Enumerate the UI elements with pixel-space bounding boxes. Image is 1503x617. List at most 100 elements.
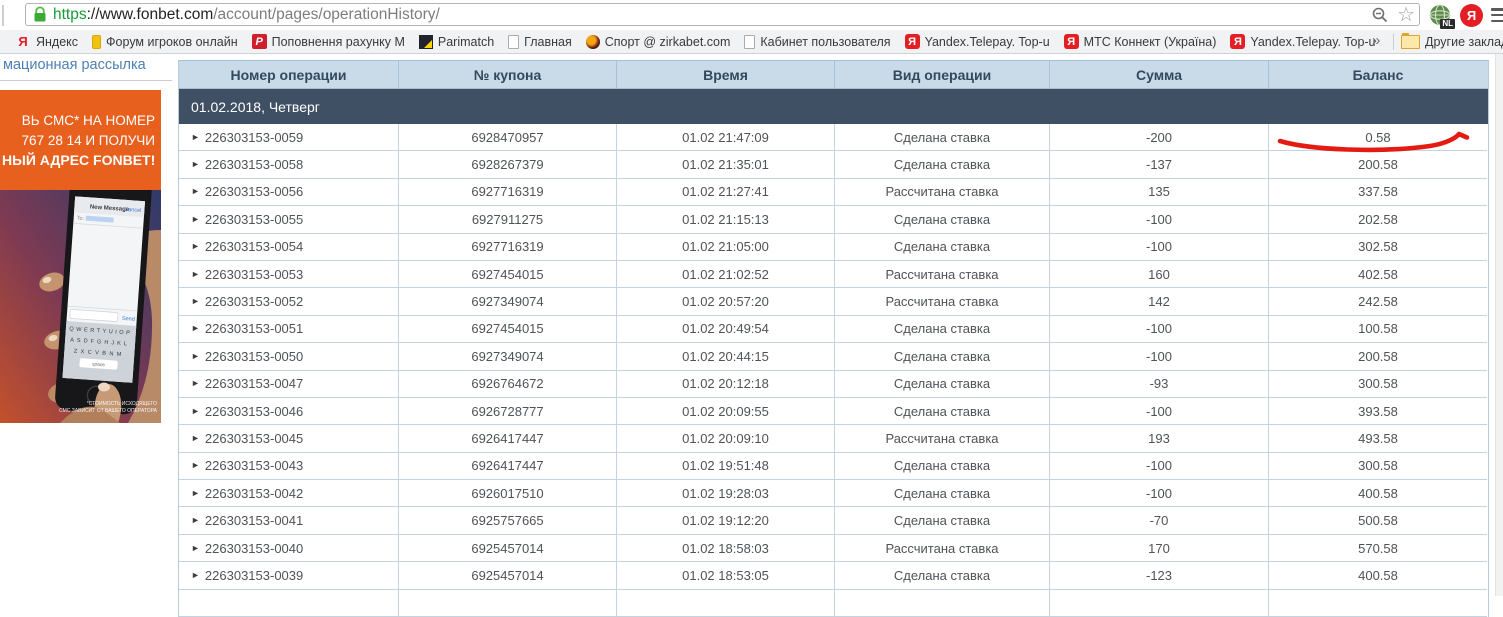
expand-arrow-icon[interactable]: ►: [191, 379, 200, 388]
operation-number-cell: ► 226303153-0055: [179, 206, 399, 234]
expand-arrow-icon[interactable]: ►: [191, 543, 200, 553]
expand-arrow-icon[interactable]: ►: [191, 269, 200, 279]
operation-number: 226303153-0056: [204, 184, 304, 200]
table-row[interactable]: ► 226303153-0043 6926417447 01.02 19:51:48 С…: [179, 452, 1488, 481]
ad-phone-image: New Message Cancel To: Send QWERTYUIOP A…: [0, 190, 161, 423]
bookmark-label: МТС Коннект (Україна): [1083, 34, 1217, 49]
expand-arrow-icon[interactable]: ►: [191, 433, 200, 443]
expand-arrow-icon[interactable]: ►: [191, 461, 200, 470]
balance: 202.58: [1269, 206, 1487, 234]
table-row[interactable]: ► 226303153-0059 6928470957 01.02 21:47:09 С…: [179, 124, 1488, 152]
coupon-number: 6927716319: [399, 233, 617, 261]
bookmark-item[interactable]: Я Yandex.Telepay. Top-u: [898, 30, 1057, 53]
table-row[interactable]: ► 226303153-0050 6927349074 01.02 20:44:15 С…: [179, 343, 1488, 371]
url-text[interactable]: https://www.fonbet.com/account/pages/ope…: [53, 6, 1371, 24]
expand-arrow-icon[interactable]: ►: [191, 214, 200, 224]
coupon-number: 6927716319: [399, 178, 617, 207]
bookmark-item[interactable]: Parimatch: [412, 30, 501, 53]
balance: 200.58: [1269, 151, 1487, 179]
expand-arrow-icon[interactable]: ►: [191, 324, 200, 333]
table-row[interactable]: ► 226303153-0041 6925757665 01.02 19:12:20 С…: [179, 507, 1488, 535]
sidebar-link-newsletter[interactable]: мационная рассылка: [3, 57, 146, 73]
bookmark-item[interactable]: Я Yandex.Telepay. Top-u: [1223, 30, 1376, 53]
table-row[interactable]: ► 226303153-0039 6925457014 01.02 18:53:05 С…: [179, 562, 1488, 590]
table-row[interactable]: ► 226303153-0045 6926417447 01.02 20:09:10 Р…: [179, 425, 1488, 453]
operation-number: 226303153-0058: [204, 157, 304, 173]
table-row[interactable]: ► 226303153-0053 6927454015 01.02 21:02:52 Р…: [179, 260, 1488, 289]
expand-arrow-icon[interactable]: ►: [191, 297, 200, 306]
table-row[interactable]: ► 226303153-0056 6927716319 01.02 21:27:41 Р…: [179, 178, 1488, 207]
operation-time: 01.02 20:44:15: [617, 343, 835, 371]
sms-ad-banner[interactable]: ВЬ СМС* НА НОМЕР 767 28 14 И ПОЛУЧИ НЫЙ …: [0, 90, 161, 425]
operation-number-cell: ► 226303153-0039: [179, 562, 399, 590]
bookmark-label: Главная: [524, 34, 572, 49]
expand-arrow-icon[interactable]: ►: [191, 351, 200, 361]
operation-type: Сделана ставка: [835, 480, 1050, 508]
operation-type: Сделана ставка: [835, 124, 1050, 152]
table-row[interactable]: ► 226303153-0047 6926764672 01.02 20:12:18 С…: [179, 370, 1488, 398]
table-row[interactable]: ► 226303153-0051 6927454015 01.02 20:49:54 С…: [179, 315, 1488, 344]
other-bookmarks-button[interactable]: Другие закладки: [1401, 30, 1503, 54]
coupon-number: 6927349074: [399, 288, 617, 316]
expand-arrow-icon[interactable]: ►: [191, 516, 200, 525]
menu-icon[interactable]: [1491, 8, 1503, 22]
expand-arrow-icon[interactable]: ►: [191, 187, 200, 196]
coupon-number: 6927911275: [399, 206, 617, 234]
operation-time: 01.02 21:02:52: [617, 260, 835, 289]
operation-number: 226303153-0041: [204, 513, 304, 529]
proxy-globe-icon[interactable]: NL: [1428, 3, 1455, 29]
expand-arrow-icon[interactable]: ►: [191, 132, 200, 142]
ad-line-3: НЫЙ АДРЕС FONBET!: [2, 152, 156, 169]
bookmarks-bar: Я Яндекс Форум игроков онлайн P Поповнення р…: [0, 30, 1503, 54]
expand-arrow-icon[interactable]: ►: [191, 406, 200, 416]
bookmark-item[interactable]: Я Яндекс: [8, 30, 85, 53]
table-row[interactable]: ► 226303153-0052 6927349074 01.02 20:57:20 Р…: [179, 288, 1488, 316]
amount: -100: [1050, 233, 1269, 261]
url-bar[interactable]: https://www.fonbet.com/account/pages/ope…: [25, 3, 1420, 26]
yandex-letter-favicon-icon: Я: [18, 34, 28, 49]
operation-number-cell: ► 226303153-0042: [179, 480, 399, 508]
page-scrollbar[interactable]: [1495, 54, 1503, 596]
expand-arrow-icon[interactable]: ►: [191, 242, 200, 251]
url-host: ://www.fonbet.com: [86, 5, 214, 23]
table-row[interactable]: ► 226303153-0055 6927911275 01.02 21:15:13 С…: [179, 206, 1488, 234]
zoom-icon[interactable]: [1371, 6, 1389, 24]
operation-number-cell: ► 226303153-0058: [179, 151, 399, 179]
yandex-red-favicon-icon: Я: [1230, 34, 1246, 49]
bookmarks-overflow-icon[interactable]: »: [1372, 32, 1380, 49]
balance: 0.58: [1269, 124, 1487, 152]
bookmark-item[interactable]: P Поповнення рахунку М: [245, 30, 412, 53]
bookmark-item[interactable]: Форум игроков онлайн: [85, 30, 245, 53]
table-row[interactable]: ► 226303153-0046 6926728777 01.02 20:09:55 С…: [179, 397, 1488, 426]
expand-arrow-icon[interactable]: ►: [191, 160, 200, 169]
operation-number: 226303153-0047: [204, 376, 304, 392]
operation-time: 01.02 20:49:54: [617, 315, 835, 344]
coupon-number: 6925457014: [399, 534, 617, 563]
bookmark-item[interactable]: Я МТС Коннект (Україна): [1057, 30, 1224, 53]
bookmark-star-icon[interactable]: ☆: [1397, 5, 1415, 25]
operation-number-cell: ► 226303153-0047: [179, 370, 399, 398]
bookmark-label: Поповнення рахунку М: [271, 34, 405, 49]
table-row[interactable]: ► 226303153-0040 6925457014 01.02 18:58:03 Р…: [179, 534, 1488, 563]
amount: -93: [1050, 370, 1269, 398]
bookmark-item[interactable]: Главная: [501, 30, 579, 53]
padlock-icon[interactable]: [33, 6, 47, 23]
bookmark-label: Кабинет пользователя: [760, 34, 891, 49]
coupon-number: 6926764672: [399, 370, 617, 398]
operation-type: Рассчитана ставка: [835, 425, 1050, 453]
bookmark-item[interactable]: Спорт @ zirkabet.com: [579, 30, 738, 53]
operation-number: 226303153-0051: [204, 321, 304, 337]
operation-type: Сделана ставка: [835, 562, 1050, 590]
table-row[interactable]: ► 226303153-0058 6928267379 01.02 21:35:01 С…: [179, 151, 1488, 179]
expand-arrow-icon[interactable]: ►: [191, 570, 200, 580]
bookmark-item[interactable]: Кабинет пользователя: [737, 30, 897, 53]
page-favicon-icon: [508, 34, 520, 49]
ball-favicon-icon: [585, 34, 600, 49]
table-row[interactable]: ► 226303153-0042 6926017510 01.02 19:28:03 С…: [179, 480, 1488, 508]
table-row[interactable]: ► 226303153-0054 6927716319 01.02 21:05:00 С…: [179, 233, 1488, 261]
yandex-extension-icon[interactable]: Я: [1460, 3, 1483, 27]
operation-number: 226303153-0059: [204, 129, 304, 145]
expand-arrow-icon[interactable]: ►: [191, 488, 200, 498]
amount: -100: [1050, 315, 1269, 344]
table-body: ► 226303153-0059 6928470957 01.02 21:47:09 С…: [179, 124, 1488, 590]
